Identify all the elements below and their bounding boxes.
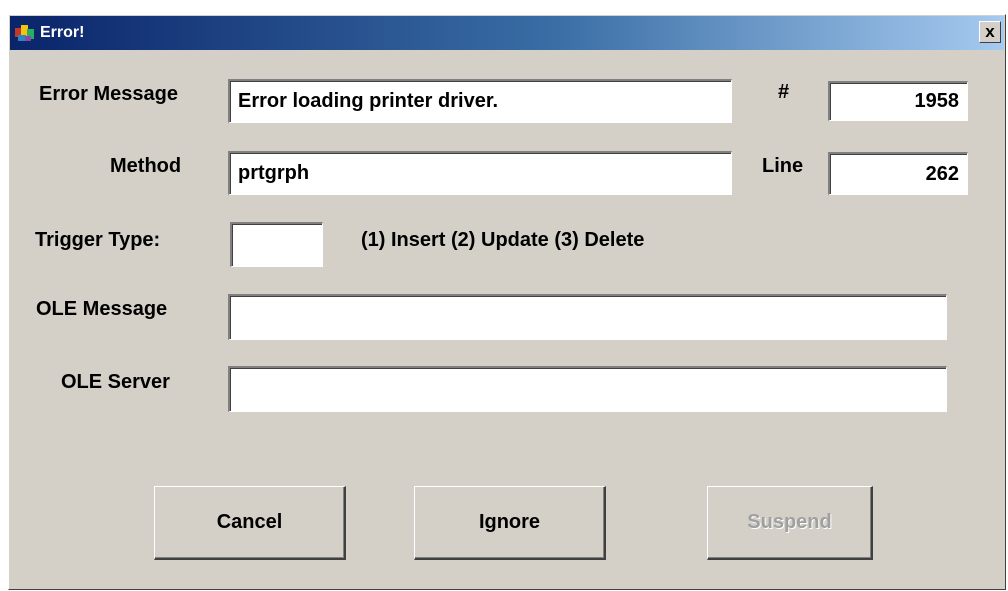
- trigger-type-hint: (1) Insert (2) Update (3) Delete: [361, 229, 645, 251]
- line-label: Line: [762, 155, 804, 177]
- ole-message-field[interactable]: [228, 294, 947, 340]
- close-icon: x: [985, 22, 995, 41]
- error-message-field[interactable]: Error loading printer driver.: [228, 79, 732, 123]
- ole-message-label: OLE Message: [36, 298, 168, 320]
- error-dialog: Error! x Error Message Error loading pri…: [8, 14, 1006, 590]
- app-icon: [15, 25, 34, 41]
- error-message-label: Error Message: [39, 83, 178, 105]
- method-field[interactable]: prtgrph: [228, 151, 732, 195]
- number-label: #: [778, 81, 790, 103]
- number-field[interactable]: 1958: [828, 81, 968, 121]
- window-title: Error!: [40, 24, 85, 41]
- ole-server-field[interactable]: [228, 366, 947, 412]
- suspend-button[interactable]: Suspend: [707, 486, 873, 560]
- line-field[interactable]: 262: [828, 152, 968, 195]
- ignore-button[interactable]: Ignore: [414, 486, 606, 560]
- ole-server-label: OLE Server: [61, 371, 170, 393]
- trigger-type-field[interactable]: [230, 222, 323, 267]
- title-bar[interactable]: Error! x: [10, 16, 1004, 50]
- cancel-button[interactable]: Cancel: [154, 486, 346, 560]
- method-label: Method: [110, 155, 182, 177]
- close-button[interactable]: x: [979, 21, 1001, 43]
- trigger-type-label: Trigger Type:: [35, 229, 161, 251]
